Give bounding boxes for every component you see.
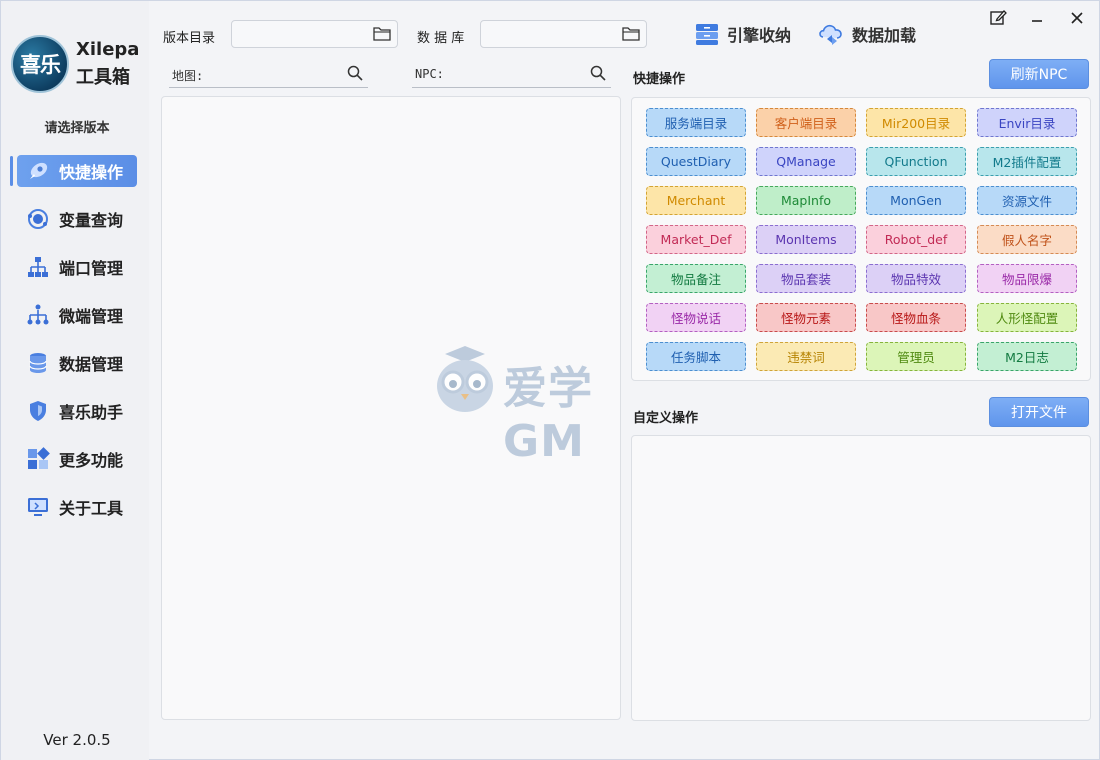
quick-op-button[interactable]: Envir目录 — [977, 108, 1077, 137]
database-label: 数 据 库 — [417, 31, 465, 46]
shield-icon — [25, 398, 51, 424]
custom-ops-panel[interactable] — [631, 435, 1091, 721]
sidebar-item-label: 喜乐助手 — [59, 403, 124, 422]
quick-op-button[interactable]: Market_Def — [646, 225, 746, 254]
select-version-label[interactable]: 请选择版本 — [1, 117, 153, 136]
sidebar-item-data-manage[interactable]: 数据管理 — [17, 347, 137, 379]
database-icon — [25, 350, 51, 376]
version-label: Ver 2.0.5 — [43, 731, 111, 749]
quick-op-button[interactable]: 假人名字 — [977, 225, 1077, 254]
quick-op-button[interactable]: 服务端目录 — [646, 108, 746, 137]
quick-op-button[interactable]: 物品特效 — [866, 264, 966, 293]
watermark: 爱学GM — [433, 344, 673, 467]
map-search[interactable]: 地图: — [169, 62, 368, 88]
quick-op-button[interactable]: QFunction — [866, 147, 966, 176]
sidebar-item-label: 微端管理 — [59, 307, 124, 326]
quick-op-button[interactable]: 物品套装 — [756, 264, 856, 293]
app-name: Xilepa — [76, 39, 140, 60]
quick-op-button[interactable]: QManage — [756, 147, 856, 176]
refresh-npc-button[interactable]: 刷新NPC — [989, 59, 1089, 89]
sidebar-item-port-manage[interactable]: 端口管理 — [17, 251, 137, 283]
quick-op-button[interactable]: 物品限爆 — [977, 264, 1077, 293]
quick-op-button[interactable]: MonGen — [866, 186, 966, 215]
apps-grid-icon — [25, 446, 51, 472]
sidebar-item-label: 变量查询 — [59, 211, 124, 230]
quick-op-button[interactable]: Robot_def — [866, 225, 966, 254]
minimize-icon[interactable] — [1025, 7, 1049, 29]
orbit-icon — [25, 206, 51, 232]
map-search-label: 地图: — [172, 69, 204, 83]
quick-op-button[interactable]: 管理员 — [866, 342, 966, 371]
close-icon[interactable] — [1065, 7, 1089, 29]
sidebar: 喜乐 Xilepa 工具箱 请选择版本 快捷操作 变量查询 端口管理 微端管理 … — [1, 1, 149, 760]
active-indicator — [10, 156, 13, 186]
app-subtitle: 工具箱 — [76, 67, 130, 88]
rocket-icon — [25, 158, 51, 184]
quick-op-button[interactable]: 资源文件 — [977, 186, 1077, 215]
network-tree-icon — [25, 254, 51, 280]
quick-op-button[interactable]: 怪物血条 — [866, 303, 966, 332]
quick-op-button[interactable]: M2插件配置 — [977, 147, 1077, 176]
monitor-icon — [25, 494, 51, 520]
cloud-sync-icon — [819, 21, 845, 47]
sidebar-item-quick-ops[interactable]: 快捷操作 — [17, 155, 137, 187]
sidebar-item-label: 关于工具 — [59, 499, 124, 518]
engine-storage-label: 引擎收纳 — [727, 26, 792, 45]
npc-search-label: NPC: — [415, 67, 444, 81]
quick-op-button[interactable]: Merchant — [646, 186, 746, 215]
quick-op-button[interactable]: Mir200目录 — [866, 108, 966, 137]
quick-op-button[interactable]: M2日志 — [977, 342, 1077, 371]
quick-ops-title: 快捷操作 — [633, 72, 686, 87]
engine-storage-button[interactable]: 引擎收纳 — [694, 19, 791, 49]
sidebar-item-label: 快捷操作 — [59, 163, 124, 182]
hierarchy-icon — [25, 302, 51, 328]
version-dir-label: 版本目录 — [163, 31, 216, 46]
watermark-text: 爱学GM — [503, 363, 593, 467]
quick-op-button[interactable]: 怪物元素 — [756, 303, 856, 332]
quick-op-button[interactable]: 人形怪配置 — [977, 303, 1077, 332]
quick-op-button[interactable]: QuestDiary — [646, 147, 746, 176]
app-window: 喜乐 Xilepa 工具箱 请选择版本 快捷操作 变量查询 端口管理 微端管理 … — [0, 0, 1100, 760]
owl-mascot-icon — [437, 346, 493, 412]
sidebar-item-about[interactable]: 关于工具 — [17, 491, 137, 523]
app-logo: 喜乐 — [11, 35, 69, 93]
open-file-button[interactable]: 打开文件 — [989, 397, 1089, 427]
data-load-label: 数据加载 — [852, 26, 917, 45]
sidebar-item-micro-client[interactable]: 微端管理 — [17, 299, 137, 331]
npc-search[interactable]: NPC: — [412, 62, 611, 88]
edit-icon[interactable] — [986, 7, 1010, 29]
sidebar-item-more[interactable]: 更多功能 — [17, 443, 137, 475]
cabinet-icon — [694, 21, 720, 47]
quick-op-button[interactable]: MapInfo — [756, 186, 856, 215]
quick-ops-panel: 服务端目录 客户端目录 Mir200目录 Envir目录 QuestDiary QMana… — [631, 97, 1091, 381]
sidebar-item-label: 更多功能 — [59, 451, 124, 470]
quick-op-button[interactable]: 物品备注 — [646, 264, 746, 293]
folder-icon[interactable] — [373, 26, 391, 42]
version-dir-field[interactable] — [231, 20, 398, 48]
quick-op-button[interactable]: 违禁词 — [756, 342, 856, 371]
sidebar-item-label: 数据管理 — [59, 355, 124, 374]
search-icon[interactable] — [346, 64, 364, 82]
sidebar-item-label: 端口管理 — [59, 259, 124, 278]
quick-op-button[interactable]: 客户端目录 — [756, 108, 856, 137]
sidebar-item-assistant[interactable]: 喜乐助手 — [17, 395, 137, 427]
folder-icon[interactable] — [622, 26, 640, 42]
sidebar-item-variable-query[interactable]: 变量查询 — [17, 203, 137, 235]
quick-op-button[interactable]: MonItems — [756, 225, 856, 254]
search-icon[interactable] — [589, 64, 607, 82]
quick-op-button[interactable]: 怪物说话 — [646, 303, 746, 332]
database-field[interactable] — [480, 20, 647, 48]
data-load-button[interactable]: 数据加载 — [819, 19, 916, 49]
